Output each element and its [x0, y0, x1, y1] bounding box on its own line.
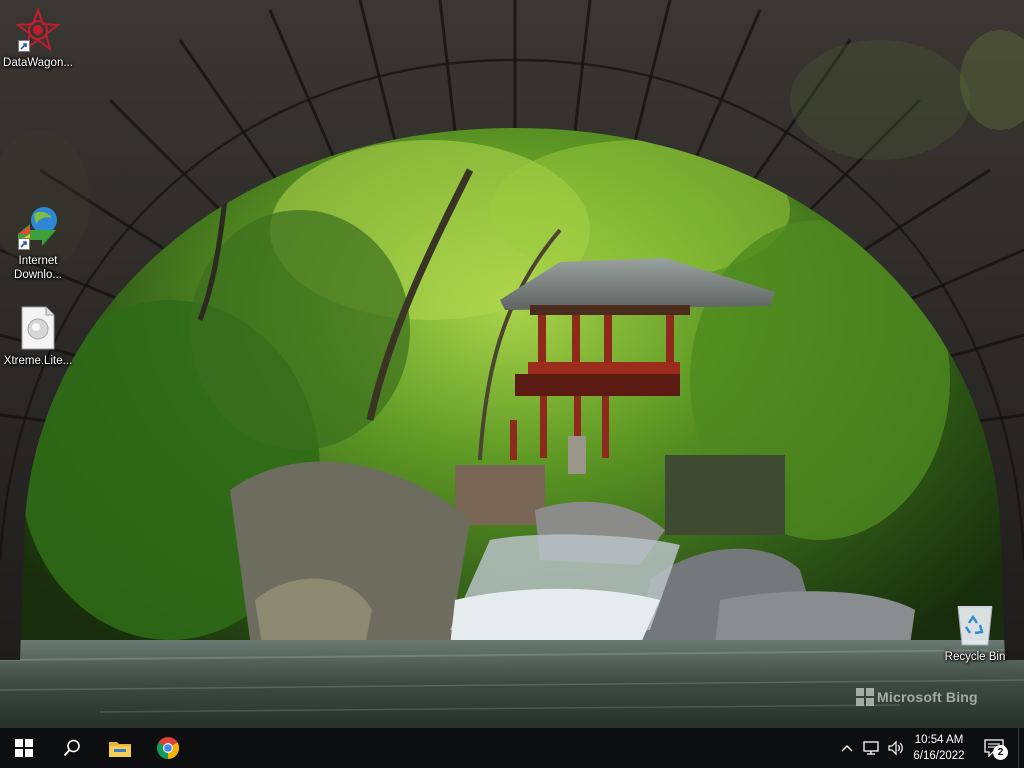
- show-desktop-button[interactable]: [1018, 728, 1024, 768]
- taskbar-chrome[interactable]: [144, 728, 192, 768]
- shortcut-arrow-icon: [18, 40, 30, 52]
- action-center-button[interactable]: 2: [978, 728, 1010, 768]
- clock-date: 6/16/2022: [913, 750, 965, 762]
- desktop-icon-xtreme-lite[interactable]: Xtreme.Lite...: [0, 304, 76, 368]
- tray-volume[interactable]: [884, 728, 908, 768]
- recycle-bin-icon: [951, 600, 999, 648]
- tray-network[interactable]: [860, 728, 884, 768]
- desktop-icon-recycle-bin[interactable]: Recycle Bin: [937, 600, 1013, 664]
- file-icon: [14, 304, 62, 352]
- watermark-text: Microsoft Bing: [877, 689, 978, 705]
- search-button[interactable]: [48, 728, 96, 768]
- microsoft-bing-watermark: Microsoft Bing: [856, 688, 978, 706]
- desktop-icon-internet-download-manager[interactable]: Internet Downlo...: [0, 204, 76, 282]
- shortcut-arrow-icon: [18, 238, 30, 250]
- taskbar-file-explorer[interactable]: [96, 728, 144, 768]
- notification-count-badge: 2: [993, 745, 1008, 760]
- desktop-icon-label: Recycle Bin: [944, 651, 1006, 663]
- desktop-icon-label: Internet Downlo...: [14, 255, 62, 281]
- start-button[interactable]: [0, 728, 48, 768]
- desktop-icon-label: Xtreme.Lite...: [3, 355, 73, 367]
- network-icon: [863, 741, 879, 755]
- volume-icon: [888, 740, 903, 756]
- file-explorer-icon: [109, 742, 131, 757]
- tray-clock[interactable]: 10:54 AM 6/16/2022: [908, 728, 970, 768]
- microsoft-logo-icon: [856, 688, 874, 706]
- tray-show-hidden-icons[interactable]: [836, 728, 858, 768]
- clock-time: 10:54 AM: [914, 734, 964, 746]
- chrome-icon: [157, 737, 179, 759]
- desktop-icon-datawagon[interactable]: DataWagon...: [0, 6, 76, 70]
- chevron-up-icon: [841, 745, 853, 752]
- search-icon: [63, 739, 80, 757]
- desktop-icon-label: DataWagon...: [3, 57, 73, 69]
- start-windows-icon: [15, 739, 33, 757]
- desktop-wallpaper: [0, 0, 1024, 728]
- datawagon-app-icon: [14, 6, 62, 54]
- taskbar: 10:54 AM 6/16/2022 2: [0, 728, 1024, 768]
- internet-download-manager-icon: [14, 204, 62, 252]
